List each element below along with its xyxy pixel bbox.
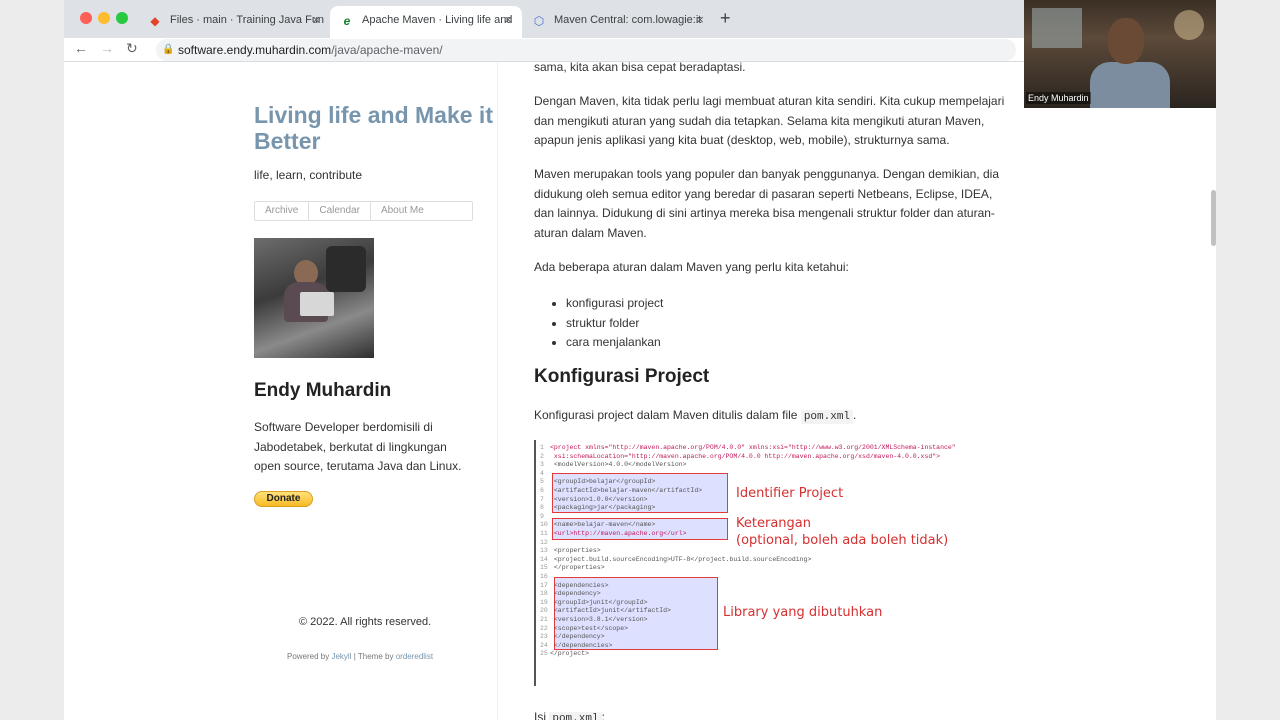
url-path: /java/apache-maven/	[331, 43, 443, 57]
author-bio: Software Developer berdomisili di Jabode…	[254, 420, 462, 473]
code-line: 9	[540, 512, 544, 520]
e-icon: e	[343, 14, 351, 28]
address-toolbar: ← → ↻ 🔒 software.endy.muhardin.com/java/…	[64, 38, 1024, 62]
webcam-overlay: Endy Muhardin	[1024, 0, 1216, 108]
code-line: 11 <url>http://maven.apache.org</url>	[540, 530, 687, 537]
close-window-button[interactable]	[80, 12, 92, 24]
maximize-window-button[interactable]	[116, 12, 128, 24]
code-line: 19 <groupId>junit</groupId>	[540, 598, 648, 606]
paragraph: Konfigurasi project dalam Maven ditulis …	[534, 408, 857, 424]
code-line: 21 <version>3.8.1</version>	[540, 616, 648, 623]
section-heading: Konfigurasi Project	[534, 366, 710, 387]
code-line: 2 xsi:schemaLocation="http://maven.apach…	[540, 452, 941, 460]
author-name: Endy Muhardin	[254, 380, 392, 401]
code-line: 4	[540, 469, 544, 477]
web-page: Living life and Make it Better life, lea…	[64, 62, 1216, 720]
sidebar: Living life and Make it Better life, lea…	[64, 62, 498, 720]
article-content: sama, kita akan bisa cepat beradaptasi. …	[534, 62, 1014, 720]
scrollbar-thumb[interactable]	[1211, 190, 1216, 246]
code-line: 20 <artifactId>junit</artifactId>	[540, 607, 671, 615]
gitlab-icon: ◆	[150, 14, 160, 28]
annotation-library: Library yang dibutuhkan	[723, 605, 883, 620]
close-icon[interactable]: ×	[696, 6, 704, 34]
code-line: 22 <scope>test</scope>	[540, 624, 629, 632]
code-line: 6 <artifactId>belajar-maven</artifactId>	[540, 487, 703, 494]
paragraph: Maven merupakan tools yang populer dan b…	[534, 167, 999, 240]
site-title[interactable]: Living life and Make it Better	[254, 102, 494, 154]
code-line: 24 </dependencies>	[540, 641, 613, 649]
minimize-window-button[interactable]	[98, 12, 110, 24]
hexagon-icon: ⬡	[533, 14, 545, 28]
paragraph: Ada beberapa aturan dalam Maven yang per…	[534, 260, 849, 274]
list-item: cara menjalankan	[566, 333, 663, 353]
copyright: © 2022. All rights reserved.	[299, 616, 432, 628]
code-line: 18 <dependency>	[540, 590, 601, 598]
nav-calendar[interactable]: Calendar	[309, 202, 371, 220]
tab-label: Apache Maven · Living life and	[362, 14, 513, 26]
tab-apache-maven[interactable]: e Apache Maven · Living life and ×	[330, 6, 522, 38]
code-line: 14 <project.build.sourceEncoding>UTF-8</…	[540, 555, 812, 563]
close-icon[interactable]: ×	[312, 6, 320, 34]
site-tagline: life, learn, contribute	[254, 168, 363, 182]
code-line: 3 <modelVersion>4.0.0</modelVersion>	[540, 461, 687, 469]
lock-icon: 🔒	[162, 44, 175, 55]
powered-by: Powered by Jekyll | Theme by orderedlist	[287, 652, 434, 661]
tab-maven-central[interactable]: ⬡ Maven Central: com.lowagie:it ×	[522, 6, 714, 38]
webcam-name-label: Endy Muhardin	[1026, 92, 1091, 104]
code-line: 16	[540, 573, 548, 580]
url-field[interactable]: 🔒 software.endy.muhardin.com/java/apache…	[156, 39, 1016, 61]
code-line: 23 </dependency>	[540, 633, 605, 641]
list-item: konfigurasi project	[566, 294, 663, 314]
close-icon[interactable]: ×	[504, 6, 512, 34]
pom-xml-screenshot: 1 <project xmlns="http://maven.apache.org…	[534, 440, 1014, 686]
code-line: 15 </properties>	[540, 564, 605, 572]
donate-button[interactable]: Donate	[254, 491, 313, 507]
annotation-keterangan-sub: (optional, boleh ada boleh tidak)	[736, 533, 949, 548]
annotation-identifier: Identifier Project	[736, 486, 844, 501]
code-line: 17 <dependencies>	[540, 581, 609, 589]
code-line: 25 </project>	[540, 650, 590, 658]
forward-arrow-icon[interactable]: →	[100, 40, 114, 56]
code-line: 12	[540, 538, 548, 546]
nav-archive[interactable]: Archive	[255, 202, 310, 220]
code-line: 13 <properties>	[540, 547, 601, 555]
tab-label: Maven Central: com.lowagie:it	[554, 14, 702, 26]
code-line: 7 <version>1.0.0</version>	[540, 495, 648, 503]
tab-label: Files · main · Training Java Fun	[170, 14, 325, 26]
url-host: software.endy.muhardin.com	[178, 43, 332, 57]
annotation-keterangan: Keterangan	[736, 516, 811, 531]
nav-about-me[interactable]: About Me	[371, 202, 434, 220]
author-photo	[254, 238, 374, 358]
paragraph: Isi pom.xml:	[534, 708, 1012, 720]
theme-link[interactable]: orderedlist	[396, 652, 433, 661]
new-tab-button[interactable]: +	[720, 8, 731, 29]
code-line: 8 <packaging>jar</packaging>	[540, 504, 656, 512]
rules-list: konfigurasi project struktur folder cara…	[566, 294, 663, 353]
list-item: struktur folder	[566, 314, 663, 334]
jekyll-link[interactable]: Jekyll	[331, 652, 351, 661]
paragraph: Dengan Maven, kita tidak perlu lagi memb…	[534, 94, 1005, 147]
screen: ◆ Files · main · Training Java Fun × e A…	[0, 0, 1280, 720]
back-arrow-icon[interactable]: ←	[74, 40, 88, 56]
code-line: 1 <project xmlns="http://maven.apache.org…	[540, 444, 956, 451]
code-line: 5 <groupId>belajar</groupId>	[540, 478, 656, 486]
paragraph: sama, kita akan bisa cepat beradaptasi.	[534, 62, 746, 74]
code-line: 10 <name>belajar-maven</name>	[540, 521, 656, 529]
reload-icon[interactable]: ↻	[126, 40, 138, 57]
tab-gitlab-files[interactable]: ◆ Files · main · Training Java Fun ×	[138, 6, 330, 38]
site-nav: Archive Calendar About Me	[254, 201, 473, 221]
